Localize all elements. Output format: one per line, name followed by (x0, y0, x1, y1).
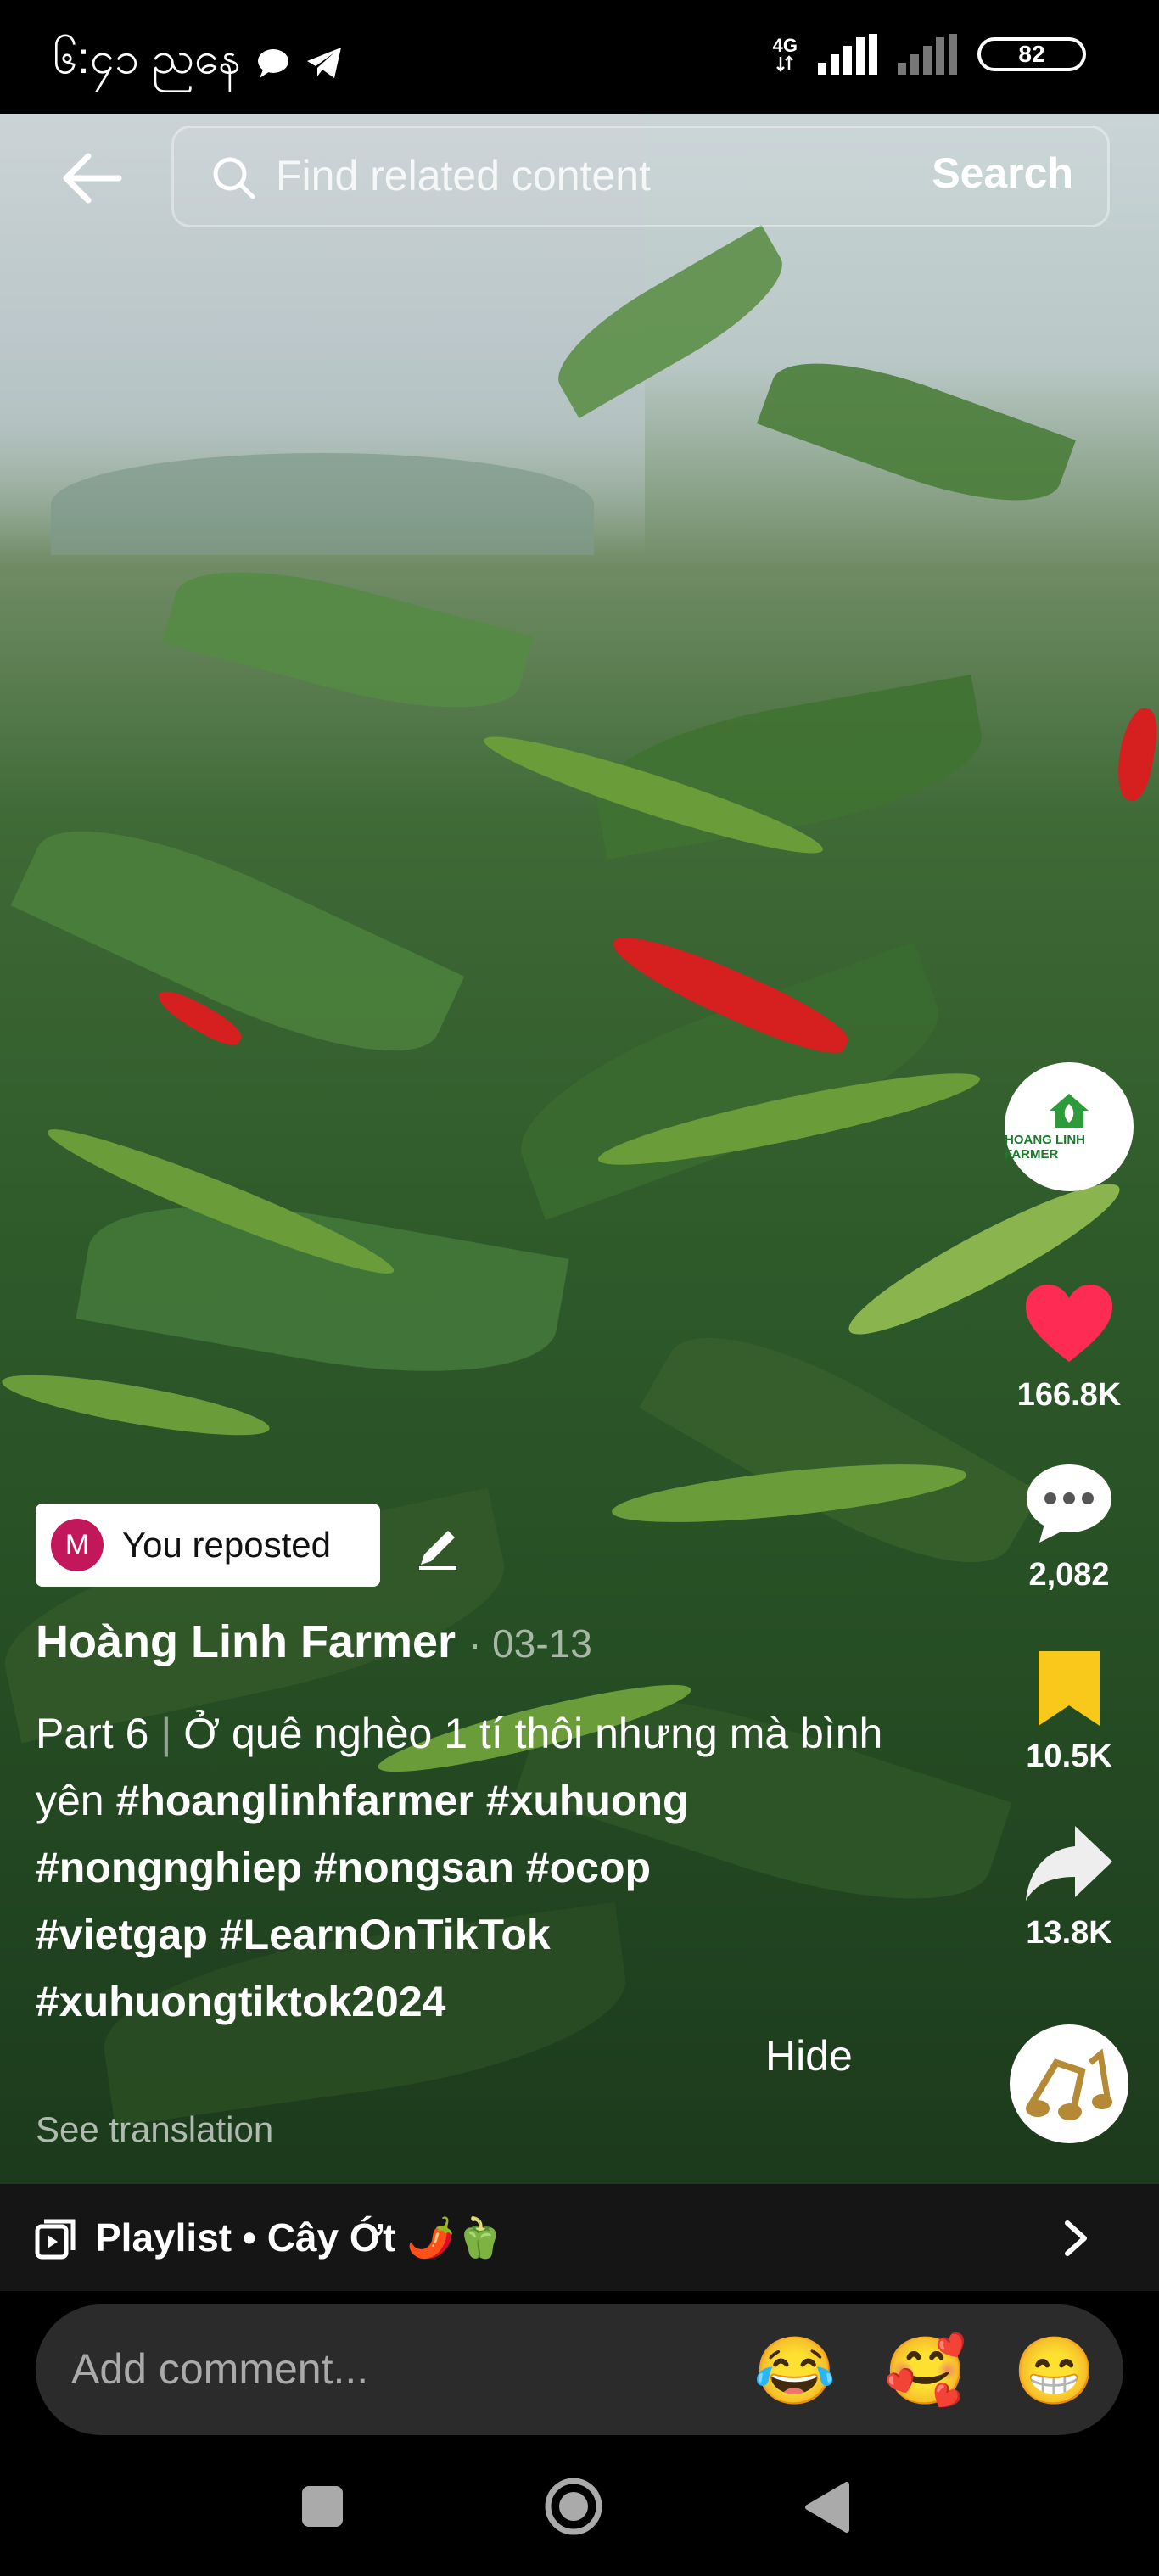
post-caption: Part 6 | Ở quê nghèo 1 tí thôi nhưng mà … (36, 1700, 901, 2036)
user-avatar-badge: M (51, 1519, 104, 1571)
share-button[interactable]: 13.8K (993, 1823, 1145, 1952)
video-leaf (76, 1176, 569, 1402)
comment-count: 2,082 (1028, 1557, 1110, 1593)
playlist-icon (35, 2219, 76, 2260)
music-disc[interactable] (1010, 2024, 1128, 2143)
status-bar: ၆:၄၁ ညနေ 4G 82 (0, 0, 1159, 114)
comment-button[interactable]: 2,082 (993, 1461, 1145, 1593)
video-leaf (639, 1297, 1041, 1603)
comment-bar: 😂 🥰 😁 (0, 2291, 1159, 2444)
house-logo-icon (1050, 1094, 1089, 1128)
bookmark-icon (1039, 1651, 1100, 1726)
author-row: Hoàng Linh Farmer · 03-13 (36, 1616, 592, 1668)
hashtag[interactable]: #LearnOnTikTok (220, 1911, 551, 1958)
playlist-label: Playlist • Cây Ớt 🌶️🫑 (95, 2215, 504, 2260)
creator-avatar[interactable]: HOANG LINH FARMER (1005, 1062, 1134, 1191)
battery-indicator: 82 (977, 37, 1086, 71)
emoji-grin-button[interactable]: 😁 (1013, 2335, 1095, 2406)
hashtag[interactable]: #hoanglinhfarmer (116, 1777, 474, 1824)
like-count: 166.8K (1016, 1377, 1122, 1413)
status-left: ၆:၄၁ ညနေ (53, 31, 343, 95)
comment-bubble-icon (1027, 1464, 1111, 1543)
green-pepper (0, 1363, 273, 1448)
see-translation-link[interactable]: See translation (36, 2109, 273, 2150)
playlist-bar[interactable]: Playlist • Cây Ớt 🌶️🫑 (0, 2184, 1159, 2291)
hashtag[interactable]: #nongsan (314, 1844, 514, 1891)
repost-label: You reposted (122, 1525, 331, 1565)
telegram-icon (307, 48, 342, 78)
data-arrows-icon (776, 55, 794, 72)
hashtag[interactable]: #xuhuong (486, 1777, 689, 1824)
back-nav-icon[interactable] (803, 2481, 850, 2534)
edit-pencil-icon[interactable] (414, 1524, 462, 1571)
signal-icon-2 (898, 34, 957, 75)
save-count: 10.5K (1026, 1739, 1112, 1774)
repost-badge[interactable]: M You reposted (36, 1504, 380, 1587)
search-input[interactable] (274, 150, 871, 201)
home-icon[interactable] (543, 2476, 604, 2537)
caption-part: Part 6 (36, 1710, 149, 1757)
video-leaf (162, 544, 534, 736)
search-bar[interactable]: Search (171, 126, 1110, 227)
chat-bubble-icon (258, 49, 289, 78)
heart-icon (1026, 1285, 1112, 1362)
comment-input[interactable] (70, 2344, 667, 2394)
author-name[interactable]: Hoàng Linh Farmer (36, 1616, 456, 1667)
emoji-love-button[interactable]: 🥰 (884, 2335, 966, 2406)
recents-icon[interactable] (300, 2484, 344, 2528)
video-leaf (10, 790, 465, 1092)
share-arrow-icon (1026, 1826, 1112, 1901)
hide-caption-button[interactable]: Hide (765, 2031, 853, 2080)
network-type: 4G (772, 35, 798, 56)
hashtag[interactable]: #xuhuongtiktok2024 (36, 1978, 445, 2025)
search-button[interactable]: Search (932, 148, 1073, 198)
chevron-right-icon (1065, 2220, 1087, 2256)
battery-level: 82 (1018, 41, 1045, 67)
caption-divider: | (160, 1710, 172, 1757)
hashtag[interactable]: #ocop (526, 1844, 651, 1891)
avatar-brand-text: HOANG LINH FARMER (1005, 1133, 1085, 1162)
android-nav-bar (0, 2444, 1159, 2576)
status-right: 4G 82 (773, 34, 1086, 75)
save-button[interactable]: 10.5K (993, 1649, 1145, 1775)
like-button[interactable]: 166.8K (993, 1281, 1145, 1414)
status-time: ၆:၄၁ ညနေ (53, 34, 242, 83)
hashtag[interactable]: #vietgap (36, 1911, 208, 1958)
back-arrow-icon[interactable] (59, 146, 124, 210)
red-pepper (1111, 705, 1159, 804)
music-notes-icon (1026, 2048, 1112, 2120)
hashtag[interactable]: #nongnghiep (36, 1844, 302, 1891)
video-hill (51, 453, 594, 555)
search-icon (213, 157, 255, 199)
video-leaf (757, 335, 1076, 529)
signal-icon (818, 34, 877, 75)
post-date: · 03-13 (468, 1621, 592, 1666)
share-count: 13.8K (1026, 1915, 1112, 1951)
comment-box[interactable]: 😂 🥰 😁 (36, 2304, 1123, 2435)
emoji-laugh-button[interactable]: 😂 (753, 2335, 836, 2406)
